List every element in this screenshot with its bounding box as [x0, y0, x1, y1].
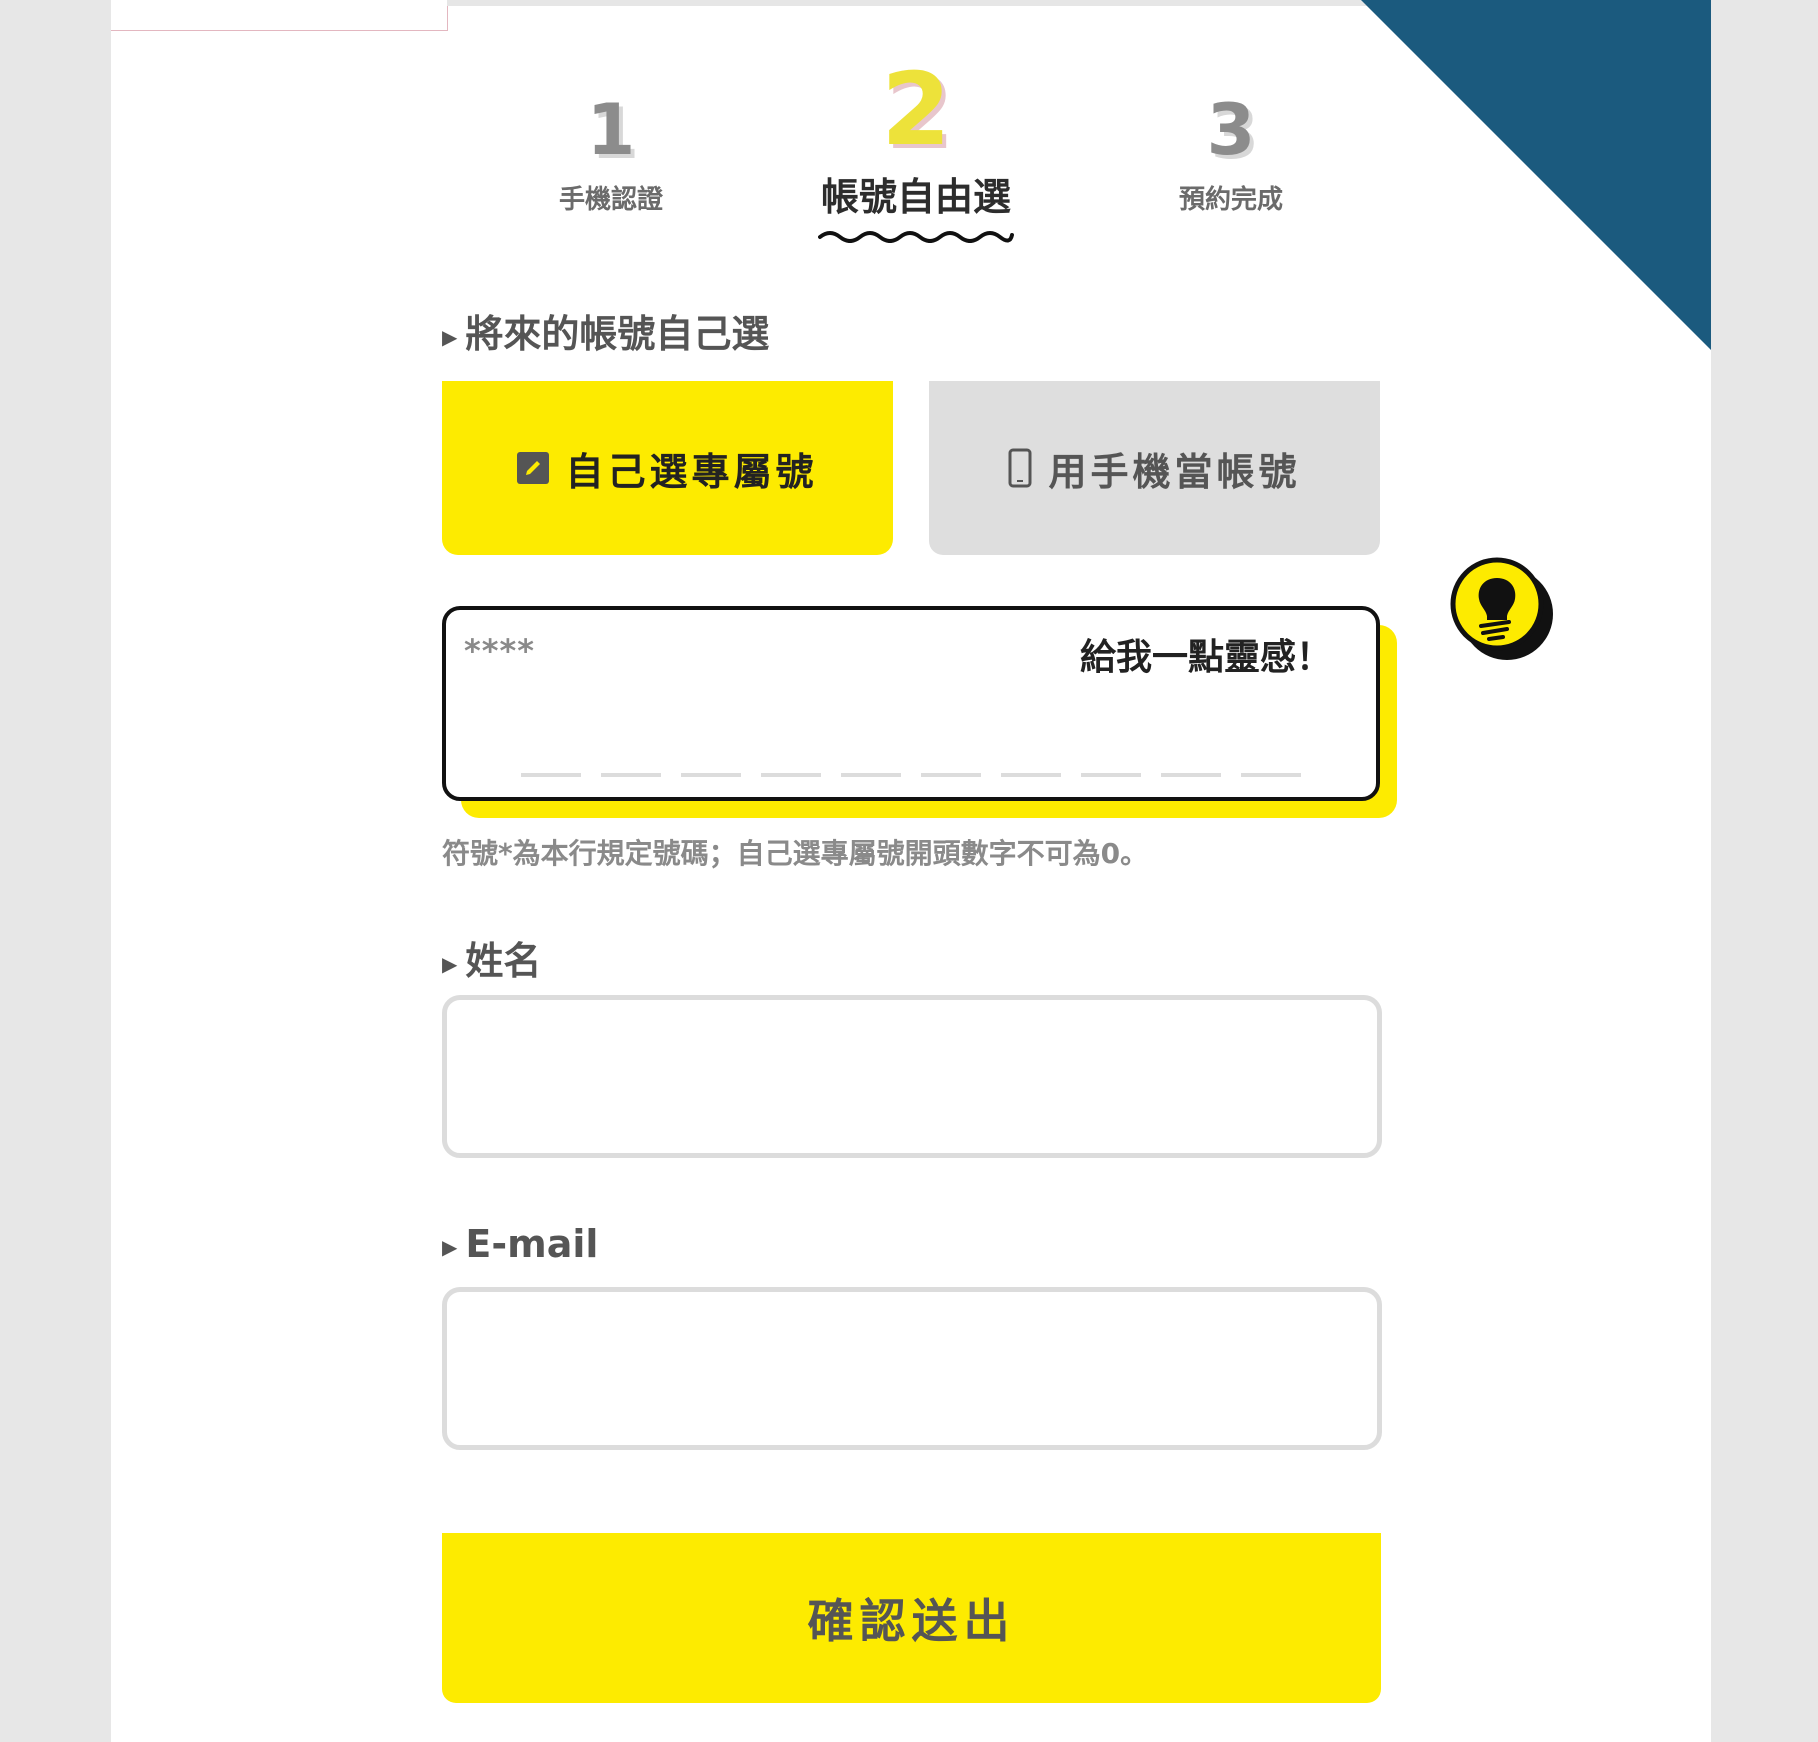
option-use-phone[interactable]: 用手機當帳號	[929, 381, 1380, 555]
digit-slots	[521, 773, 1301, 777]
account-section-title: ▶ 將來的帳號自己選	[442, 312, 770, 356]
step-number: 1	[586, 89, 636, 171]
step-label: 預約完成	[1178, 185, 1283, 215]
option-custom-label: 自己選專屬號	[565, 449, 818, 494]
step-number: 3	[1206, 89, 1256, 171]
corner-decoration	[1361, 0, 1711, 350]
digit-slot	[1241, 773, 1301, 777]
account-mask: ****	[464, 632, 535, 670]
step-2-active: 2 帳號自由選	[791, 60, 1041, 243]
account-number-input[interactable]: **** 給我一點靈感！	[442, 606, 1380, 801]
name-input[interactable]	[447, 1000, 1377, 1153]
step-label: 帳號自由選	[820, 175, 1011, 219]
digit-slot	[521, 773, 581, 777]
digit-slot	[921, 773, 981, 777]
email-section-title: ▶ E-mail	[442, 1222, 599, 1266]
submit-button[interactable]: 確認送出	[442, 1533, 1381, 1703]
email-field[interactable]	[442, 1287, 1382, 1450]
digit-slot	[841, 773, 901, 777]
top-tab	[111, 0, 448, 31]
option-custom-number[interactable]: 自己選專屬號	[442, 381, 893, 555]
account-hint-text: 符號*為本行規定號碼；自己選專屬號開頭數字不可為0。	[442, 837, 1149, 870]
digit-slot	[761, 773, 821, 777]
lightbulb-icon[interactable]	[1447, 556, 1557, 670]
digit-slot	[1161, 773, 1221, 777]
digit-slot	[601, 773, 661, 777]
page-card: 1 手機認證 2 帳號自由選 3 預約完成 ▶將來的帳號自己選 自己選專屬號	[111, 0, 1711, 1742]
step-3: 3 預約完成	[1146, 95, 1316, 216]
pencil-icon	[517, 452, 550, 484]
triangle-bullet-icon: ▶	[442, 951, 458, 976]
step-1: 1 手機認證	[531, 95, 691, 216]
email-input[interactable]	[447, 1292, 1377, 1445]
name-field[interactable]	[442, 995, 1382, 1158]
step-number: 2	[881, 51, 951, 168]
active-squiggle-underline	[818, 231, 1014, 243]
step-label: 手機認證	[558, 185, 663, 215]
mobile-phone-icon	[1008, 448, 1032, 488]
digit-slot	[1001, 773, 1061, 777]
option-phone-label: 用手機當帳號	[1048, 449, 1301, 494]
inspire-button[interactable]: 給我一點靈感！	[1080, 628, 1332, 680]
top-divider	[447, 0, 1447, 6]
digit-slot	[1081, 773, 1141, 777]
triangle-bullet-icon: ▶	[442, 324, 458, 349]
name-section-title: ▶ 姓名	[442, 939, 542, 983]
triangle-bullet-icon: ▶	[442, 1234, 458, 1259]
digit-slot	[681, 773, 741, 777]
